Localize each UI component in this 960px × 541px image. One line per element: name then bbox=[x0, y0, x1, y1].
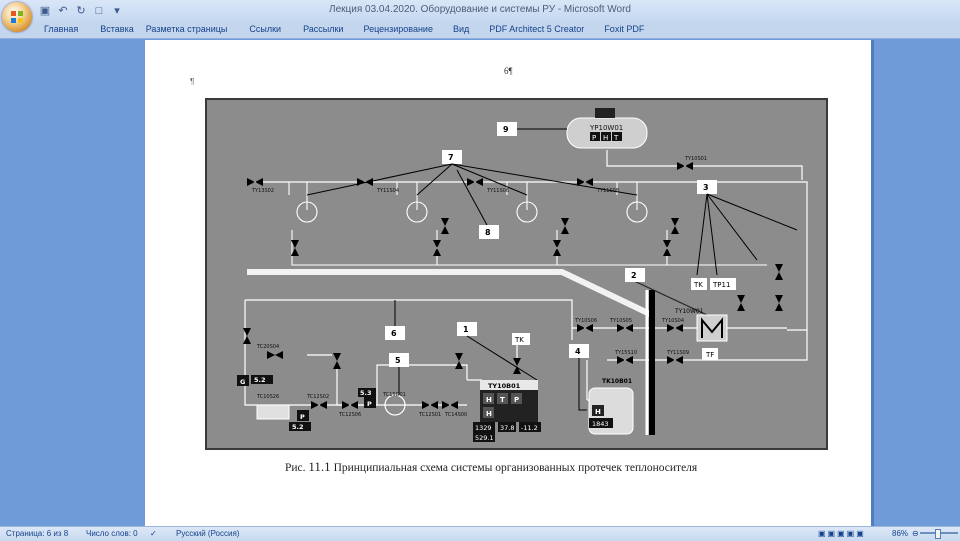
tank2-letter: P bbox=[514, 396, 519, 404]
status-bar: Страница: 6 из 8 Число слов: 0 ✓ Русский… bbox=[0, 526, 960, 541]
valve-label: TY10S01 bbox=[684, 156, 707, 162]
leakage-system-diagram: YP10W01 P H T 9 7 3 8 2 1 6 5 4 TY10W01 … bbox=[237, 108, 808, 442]
valve-label: TY10S06 bbox=[574, 318, 597, 324]
valve-label: TY10S04 bbox=[661, 318, 684, 324]
box-tk-lower: TK bbox=[514, 336, 524, 344]
callout-9: 9 bbox=[503, 125, 509, 134]
status-page[interactable]: Страница: 6 из 8 bbox=[6, 529, 68, 538]
callout-2: 2 bbox=[631, 271, 637, 280]
status-word-count[interactable]: Число слов: 0 bbox=[86, 529, 138, 538]
callout-1: 1 bbox=[463, 325, 469, 334]
tank2-letter: T bbox=[500, 396, 505, 404]
tab-references[interactable]: Ссылки bbox=[249, 23, 303, 34]
indicator-value: 5.3 bbox=[360, 389, 372, 397]
tank-letter: P bbox=[592, 134, 596, 142]
indicator-p: P bbox=[300, 413, 305, 421]
office-logo-icon bbox=[11, 11, 23, 23]
valve-label: TC12S06 bbox=[338, 412, 361, 418]
zoom-slider-handle[interactable] bbox=[935, 529, 941, 539]
caption-text: Принципиальная схема системы организован… bbox=[333, 462, 698, 474]
callout-7: 7 bbox=[448, 153, 454, 162]
valve-label: TY11S04 bbox=[376, 188, 399, 194]
tank3-letter: H bbox=[595, 408, 601, 416]
paragraph-mark: ¶ bbox=[190, 77, 195, 86]
indicator-value: 5.2 bbox=[254, 376, 266, 384]
page-number: 6¶ bbox=[504, 66, 513, 76]
indicator-value: 5.2 bbox=[292, 423, 304, 431]
valve-label: TY11S08 bbox=[596, 188, 619, 194]
zoom-level[interactable]: 86% bbox=[892, 529, 908, 538]
page-edge bbox=[871, 40, 874, 526]
status-language[interactable]: Русский (Россия) bbox=[176, 529, 239, 538]
proofing-icon[interactable]: ✓ bbox=[150, 529, 157, 538]
tab-view[interactable]: Вид bbox=[453, 23, 489, 34]
tab-review[interactable]: Рецензирование bbox=[363, 23, 453, 34]
hx-label: TY10W01 bbox=[674, 308, 704, 315]
tank-letter: H bbox=[603, 134, 608, 142]
tank-label: YP10W01 bbox=[589, 124, 623, 132]
valve-label: TC15D01 bbox=[382, 392, 406, 398]
schematic-figure: YP10W01 P H T 9 7 3 8 2 1 6 5 4 TY10W01 … bbox=[205, 98, 828, 450]
box-tf: TF bbox=[705, 351, 714, 359]
valve-label: TC10S26 bbox=[256, 394, 279, 400]
tab-mailings[interactable]: Рассылки bbox=[303, 23, 363, 34]
zoom-out-icon[interactable]: ⊖ bbox=[912, 529, 919, 538]
valve-label: TY11S06 bbox=[486, 188, 509, 194]
callout-4: 4 bbox=[575, 347, 581, 356]
valve-label: TC12S01 bbox=[418, 412, 441, 418]
window-title: Лекция 03.04.2020. Оборудование и систем… bbox=[329, 4, 631, 15]
tab-foxit-pdf[interactable]: Foxit PDF bbox=[604, 23, 656, 34]
indicator-g: G bbox=[240, 378, 245, 386]
tank2-value: 529.1 bbox=[475, 434, 494, 442]
figure-caption: Рис. 11.1 Принципиальная схема системы о… bbox=[285, 459, 697, 475]
tank2-label: TY10B01 bbox=[488, 382, 521, 390]
tank3-label: TK10B01 bbox=[602, 378, 632, 385]
valve-label: TY10S05 bbox=[609, 318, 632, 324]
callout-3: 3 bbox=[703, 183, 709, 192]
office-button[interactable] bbox=[2, 2, 32, 32]
tank2-value: 1329 bbox=[475, 424, 492, 432]
tank2-letter: H bbox=[486, 396, 492, 404]
callout-8: 8 bbox=[485, 228, 491, 237]
valve-label: TY13S02 bbox=[251, 188, 274, 194]
tank2-value: -11.2 bbox=[521, 424, 538, 432]
valve-label: TY11S09 bbox=[666, 350, 689, 356]
tab-home[interactable]: Главная bbox=[44, 23, 90, 34]
box-tp11: TP11 bbox=[712, 281, 730, 289]
ribbon-tabs: Главная Вставка Разметка страницы Ссылки… bbox=[0, 22, 960, 39]
tab-insert[interactable]: Вставка bbox=[100, 23, 145, 34]
callout-6: 6 bbox=[391, 329, 397, 338]
valve-label: TY15S10 bbox=[614, 350, 637, 356]
caption-prefix: Рис. bbox=[285, 462, 306, 474]
caption-number: 11.1 bbox=[308, 459, 331, 474]
tab-pdf-architect[interactable]: PDF Architect 5 Creator bbox=[489, 23, 604, 34]
valve-label: TC14S00 bbox=[444, 412, 467, 418]
title-bar: ▣ ↶ ↻ □ ▾ Лекция 03.04.2020. Оборудовани… bbox=[0, 0, 960, 32]
indicator-p: P bbox=[367, 400, 372, 408]
callout-5: 5 bbox=[395, 356, 401, 365]
tank2-letter: H bbox=[486, 410, 492, 418]
tank3-value: 1843 bbox=[592, 420, 609, 428]
tank-letter: T bbox=[613, 134, 619, 142]
valve-label: TC20S04 bbox=[256, 344, 279, 350]
tab-page-layout[interactable]: Разметка страницы bbox=[146, 23, 250, 34]
tank2-value: 37.8 bbox=[500, 424, 514, 432]
valve-label: TC12S02 bbox=[306, 394, 329, 400]
box-tk-top: TK bbox=[693, 281, 703, 289]
view-buttons-icon[interactable]: ▣▣▣▣▣ bbox=[818, 529, 866, 538]
